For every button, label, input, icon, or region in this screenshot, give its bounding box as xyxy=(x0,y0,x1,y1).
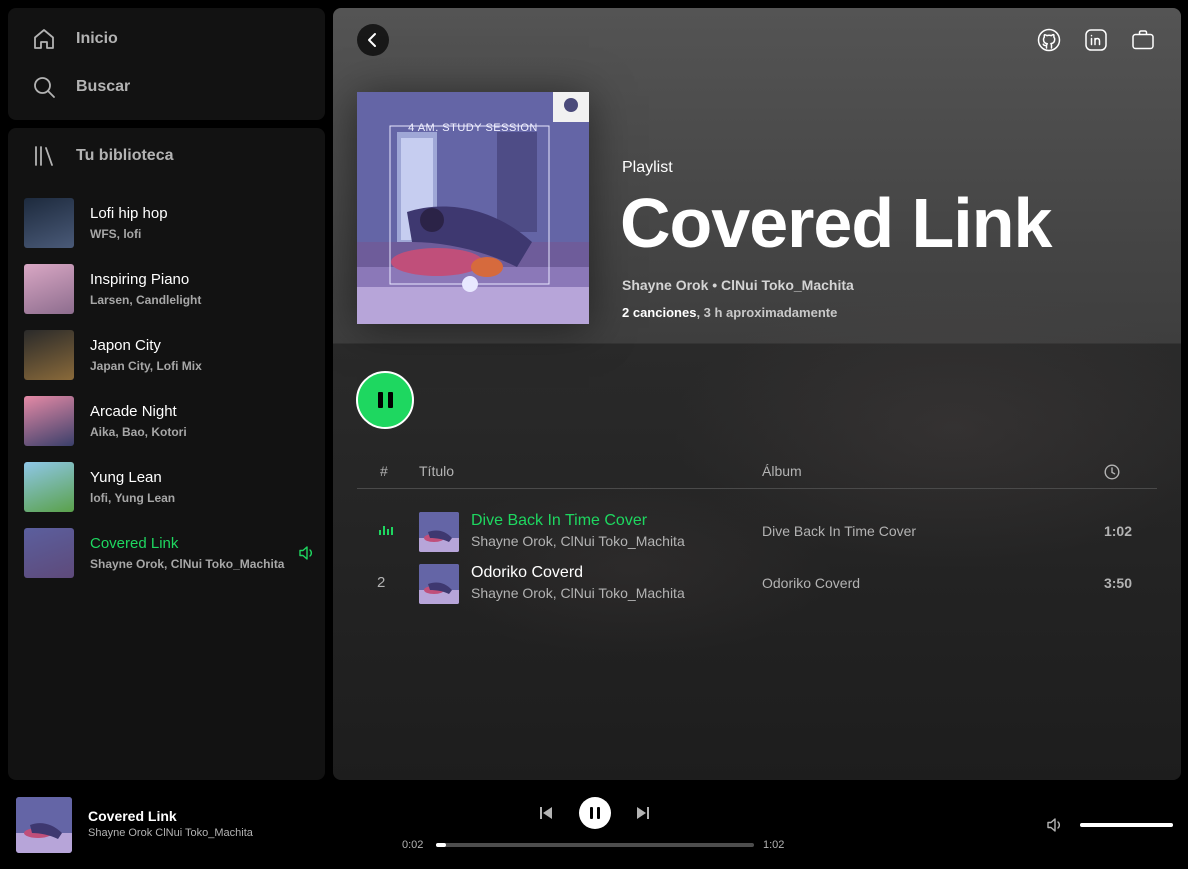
library-item-cover xyxy=(24,528,74,578)
home-icon xyxy=(34,29,54,49)
player-pause-button[interactable] xyxy=(579,797,611,829)
library-item-subtitle: Japan City, Lofi Mix xyxy=(90,359,202,373)
library-item-text: Covered Link Shayne Orok, ClNui Toko_Mach… xyxy=(90,534,284,572)
track-row[interactable]: 2 Odoriko Coverd Shayne Orok, ClNui Toko_M… xyxy=(357,558,1157,610)
library-item-text: Inspiring Piano Larsen, Candlelight xyxy=(90,270,201,308)
previous-icon[interactable] xyxy=(538,805,554,821)
playlist-cover: 4 AM. STUDY SESSION xyxy=(357,92,589,324)
now-playing-cover[interactable] xyxy=(16,797,72,853)
search-icon xyxy=(34,77,55,98)
playlist-view: 4 AM. STUDY SESSION Playlist Covered Lin… xyxy=(333,8,1181,780)
library-item[interactable]: Covered Link Shayne Orok, ClNui Toko_Mach… xyxy=(24,520,314,586)
table-header-divider xyxy=(357,488,1157,489)
player-bar: Covered Link Shayne Orok ClNui Toko_Mach… xyxy=(0,788,1188,869)
song-count: 2 canciones xyxy=(622,305,697,320)
github-icon[interactable] xyxy=(1037,28,1061,52)
pause-icon xyxy=(377,392,393,408)
library-icon xyxy=(35,146,53,166)
library-item-subtitle: Shayne Orok, ClNui Toko_Machita xyxy=(90,557,285,571)
library-item[interactable]: Lofi hip hop WFS, lofi xyxy=(24,190,314,256)
now-playing-artist[interactable]: Shayne Orok ClNui Toko_Machita xyxy=(88,827,253,839)
column-title: Título xyxy=(419,463,455,479)
library-item-title: Japon City xyxy=(90,337,161,354)
nav-search-label: Buscar xyxy=(76,78,131,95)
track-number: 2 xyxy=(377,574,386,591)
nav-home[interactable]: Inicio xyxy=(32,27,118,51)
playlist-pause-button[interactable] xyxy=(356,371,414,429)
pause-icon xyxy=(590,807,600,819)
volume-icon[interactable] xyxy=(1046,816,1064,834)
chevron-left-icon xyxy=(368,33,376,47)
speaker-icon xyxy=(299,546,312,560)
playlist-duration: , 3 h aproximadamente xyxy=(696,305,838,320)
track-artist[interactable]: Shayne Orok, ClNui Toko_Machita xyxy=(471,585,685,601)
volume-slider[interactable] xyxy=(1080,823,1173,827)
progress-bar[interactable] xyxy=(436,843,754,847)
library-item[interactable]: Arcade Night Aika, Bao, Kotori xyxy=(24,388,314,454)
library-item-text: Arcade Night Aika, Bao, Kotori xyxy=(90,402,187,440)
library-item[interactable]: Inspiring Piano Larsen, Candlelight xyxy=(24,256,314,322)
library-list: Lofi hip hop WFS, lofi Inspiring Piano Lars… xyxy=(24,190,314,586)
track-artist[interactable]: Shayne Orok, ClNui Toko_Machita xyxy=(471,533,685,549)
playlist-title: Covered Link xyxy=(620,184,1052,262)
now-playing-art xyxy=(16,797,72,853)
playlist-meta: 2 canciones, 3 h aproximadamente xyxy=(622,305,837,320)
library-item-subtitle: Larsen, Candlelight xyxy=(90,293,202,307)
track-album[interactable]: Odoriko Coverd xyxy=(762,575,860,591)
equalizer-icon xyxy=(379,526,393,535)
now-playing-title[interactable]: Covered Link xyxy=(88,808,177,824)
track-row[interactable]: Dive Back In Time Cover Shayne Orok, ClNu… xyxy=(357,506,1157,558)
nav-search[interactable]: Buscar xyxy=(32,75,130,99)
library-item-subtitle: WFS, lofi xyxy=(90,227,142,241)
volume-fill xyxy=(1080,823,1173,827)
clock-icon xyxy=(1104,464,1120,480)
library-item-text: Japon City Japan City, Lofi Mix xyxy=(90,336,202,374)
sidebar-nav: Inicio Buscar xyxy=(8,8,325,120)
column-album: Álbum xyxy=(762,463,802,479)
library-item-title: Inspiring Piano xyxy=(90,271,190,288)
track-title[interactable]: Odoriko Coverd xyxy=(471,564,583,582)
library-item-title: Yung Lean xyxy=(90,469,162,486)
next-icon[interactable] xyxy=(635,805,651,821)
profile-links xyxy=(1037,28,1155,52)
playlist-type: Playlist xyxy=(622,159,673,176)
library-item-cover xyxy=(24,264,74,314)
library-item-text: Lofi hip hop WFS, lofi xyxy=(90,204,168,242)
briefcase-icon[interactable] xyxy=(1131,28,1155,52)
library-panel: Tu biblioteca Lofi hip hop WFS, lofi Inspi… xyxy=(8,128,325,780)
library-item-title: Covered Link xyxy=(90,535,179,552)
library-item-cover xyxy=(24,198,74,248)
library-item-cover xyxy=(24,462,74,512)
column-number: # xyxy=(380,463,388,479)
track-cover xyxy=(419,564,459,604)
library-item[interactable]: Japon City Japan City, Lofi Mix xyxy=(24,322,314,388)
library-item-text: Yung Lean lofi, Yung Lean xyxy=(90,468,175,506)
library-item-title: Arcade Night xyxy=(90,403,177,420)
playlist-owner[interactable]: Shayne Orok • ClNui Toko_Machita xyxy=(622,277,854,293)
progress-fill xyxy=(436,843,446,847)
total-time: 1:02 xyxy=(763,839,785,851)
linkedin-icon[interactable] xyxy=(1084,28,1108,52)
library-item-cover xyxy=(24,396,74,446)
track-duration: 1:02 xyxy=(1103,523,1132,539)
back-button[interactable] xyxy=(357,24,389,56)
library-item-title: Lofi hip hop xyxy=(90,205,168,222)
track-cover xyxy=(419,512,459,552)
track-album[interactable]: Dive Back In Time Cover xyxy=(762,523,916,539)
track-title[interactable]: Dive Back In Time Cover xyxy=(471,512,647,530)
library-header[interactable]: Tu biblioteca xyxy=(32,144,173,168)
current-time: 0:02 xyxy=(402,839,424,851)
nav-home-label: Inicio xyxy=(76,30,118,47)
track-duration: 3:50 xyxy=(1103,575,1132,591)
library-item[interactable]: Yung Lean lofi, Yung Lean xyxy=(24,454,314,520)
cover-title: 4 AM. STUDY SESSION xyxy=(408,122,538,134)
library-item-subtitle: lofi, Yung Lean xyxy=(90,491,176,505)
library-label: Tu biblioteca xyxy=(76,147,174,164)
library-item-cover xyxy=(24,330,74,380)
library-item-subtitle: Aika, Bao, Kotori xyxy=(90,425,187,439)
